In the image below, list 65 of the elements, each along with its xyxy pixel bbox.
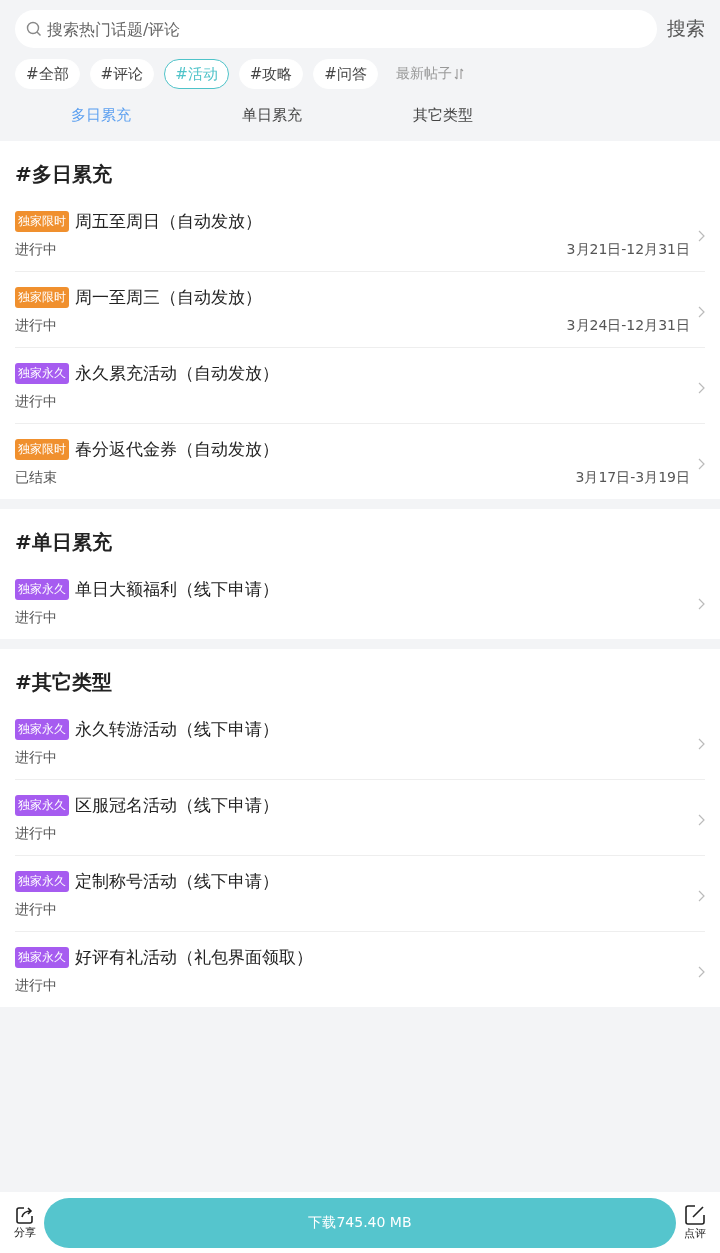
section-title: #其它类型 [15, 669, 113, 696]
chevron-right-icon [698, 230, 705, 242]
activity-status: 进行中 [15, 825, 57, 843]
share-icon [15, 1205, 35, 1225]
activity-row[interactable]: 独家永久 单日大额福利（线下申请） 进行中 [15, 564, 705, 639]
activity-title: 周一至周三（自动发放） [75, 286, 262, 309]
activity-tag: 独家限时 [15, 287, 69, 308]
chevron-right-icon [698, 738, 705, 750]
chevron-right-icon [698, 458, 705, 470]
section-title: #多日累充 [15, 161, 113, 188]
activity-tag: 独家永久 [15, 579, 69, 600]
activity-row[interactable]: 独家永久 永久转游活动（线下申请） 进行中 [15, 704, 705, 780]
activity-title: 周五至周日（自动发放） [75, 210, 262, 233]
chevron-right-icon [698, 382, 705, 394]
activity-status: 进行中 [15, 609, 57, 627]
activity-status: 已结束 [15, 469, 57, 487]
activity-status: 进行中 [15, 393, 57, 411]
search-field[interactable]: 搜索热门话题/评论 [15, 10, 657, 48]
activity-tag: 独家永久 [15, 363, 69, 384]
search-button[interactable]: 搜索 [667, 16, 705, 42]
activity-row[interactable]: 独家永久 定制称号活动（线下申请） 进行中 [15, 856, 705, 932]
chevron-right-icon [698, 306, 705, 318]
activity-title: 区服冠名活动（线下申请） [75, 794, 279, 817]
review-button[interactable]: 点评 [682, 1204, 708, 1241]
activity-title: 单日大额福利（线下申请） [75, 578, 279, 601]
activity-status: 进行中 [15, 901, 57, 919]
filter-chip[interactable]: #全部 [15, 59, 80, 89]
filter-chip[interactable]: #评论 [89, 59, 155, 89]
chevron-right-icon [698, 814, 705, 826]
activity-tag: 独家限时 [15, 439, 69, 460]
activity-row[interactable]: 独家限时 春分返代金券（自动发放） 已结束 3月17日-3月19日 [15, 424, 705, 499]
activity-title: 定制称号活动（线下申请） [75, 870, 279, 893]
activity-date: 3月21日-12月31日 [566, 241, 690, 259]
chevron-right-icon [698, 890, 705, 902]
activity-tag: 独家永久 [15, 947, 69, 968]
activity-status: 进行中 [15, 241, 57, 259]
activity-tag: 独家永久 [15, 795, 69, 816]
activity-date: 3月17日-3月19日 [575, 469, 690, 487]
edit-icon [684, 1204, 706, 1226]
activity-title: 永久转游活动（线下申请） [75, 718, 279, 741]
activity-status: 进行中 [15, 317, 57, 335]
search-icon [26, 21, 42, 37]
share-button[interactable]: 分享 [12, 1205, 38, 1240]
activity-tag: 独家永久 [15, 871, 69, 892]
activity-row[interactable]: 独家永久 好评有礼活动（礼包界面领取） 进行中 [15, 932, 705, 1007]
activity-tag: 独家永久 [15, 719, 69, 740]
activity-title: 好评有礼活动（礼包界面领取） [75, 946, 313, 969]
category-tab[interactable]: 单日累充 [186, 105, 357, 125]
activity-row[interactable]: 独家限时 周一至周三（自动发放） 进行中 3月24日-12月31日 [15, 272, 705, 348]
category-tab[interactable]: 其它类型 [357, 105, 528, 125]
activity-row[interactable]: 独家永久 区服冠名活动（线下申请） 进行中 [15, 780, 705, 856]
chevron-right-icon [698, 598, 705, 610]
activity-date: 3月24日-12月31日 [566, 317, 690, 335]
activity-status: 进行中 [15, 749, 57, 767]
activity-row[interactable]: 独家限时 周五至周日（自动发放） 进行中 3月21日-12月31日 [15, 196, 705, 272]
activity-row[interactable]: 独家永久 永久累充活动（自动发放） 进行中 [15, 348, 705, 424]
section-title: #单日累充 [15, 529, 113, 556]
sort-icon [453, 68, 464, 80]
activity-status: 进行中 [15, 977, 57, 995]
activity-tag: 独家限时 [15, 211, 69, 232]
filter-chip[interactable]: #问答 [313, 59, 378, 89]
activity-title: 永久累充活动（自动发放） [75, 362, 279, 385]
filter-chip[interactable]: #攻略 [238, 59, 304, 89]
activity-title: 春分返代金券（自动发放） [75, 438, 279, 461]
chevron-right-icon [698, 966, 705, 978]
